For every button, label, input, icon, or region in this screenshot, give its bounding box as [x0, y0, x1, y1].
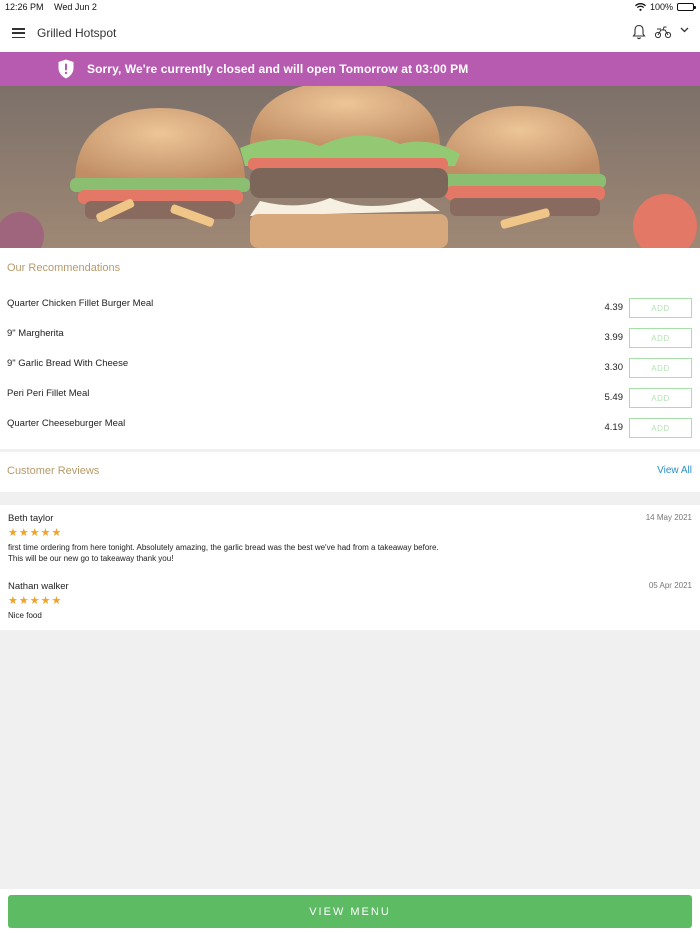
item-price: 5.49: [604, 392, 624, 403]
bell-icon[interactable]: [632, 24, 646, 40]
recommendations-section: Our Recommendations Quarter Chicken Fill…: [0, 248, 700, 449]
wifi-icon: [635, 3, 646, 11]
item-name: 9" Margherita: [7, 328, 64, 339]
item-price: 3.30: [604, 362, 624, 373]
status-date: Wed Jun 2: [54, 2, 97, 12]
app-header: Grilled Hotspot: [0, 14, 700, 52]
recommendation-item: 9" Garlic Bread With Cheese 3.30 ADD: [0, 356, 700, 386]
recommendation-item: 9" Margherita 3.99 ADD: [0, 326, 700, 356]
review-date: 14 May 2021: [645, 513, 692, 522]
closed-message: Sorry, We're currently closed and will o…: [87, 62, 469, 76]
recommendation-item: Quarter Cheeseburger Meal 4.19 ADD: [0, 416, 700, 446]
reviews-list: Beth taylor 14 May 2021 ★★★★★ first time…: [0, 505, 700, 630]
battery-icon: [677, 3, 696, 11]
star-rating: ★★★★★: [8, 527, 63, 539]
add-button[interactable]: ADD: [629, 298, 692, 318]
add-button[interactable]: ADD: [629, 388, 692, 408]
review-text-line: Nice food: [8, 611, 42, 620]
recommendation-item: Peri Peri Fillet Meal 5.49 ADD: [0, 386, 700, 416]
view-all-reviews-link[interactable]: View All: [657, 465, 692, 476]
closed-banner: Sorry, We're currently closed and will o…: [0, 52, 700, 86]
add-button[interactable]: ADD: [629, 418, 692, 438]
review-text-line: This will be our new go to takeaway than…: [8, 554, 174, 563]
menu-icon[interactable]: [12, 28, 25, 39]
item-price: 4.39: [604, 302, 624, 313]
status-time: 12:26 PM: [5, 2, 44, 12]
item-price: 3.99: [604, 332, 624, 343]
battery-percent: 100%: [649, 2, 673, 12]
reviews-title: Customer Reviews: [7, 465, 100, 477]
review-date: 05 Apr 2021: [648, 581, 692, 590]
status-bar: 12:26 PM Wed Jun 2 100%: [0, 0, 700, 14]
shield-alert-icon: [58, 59, 74, 79]
item-price: 4.19: [604, 422, 624, 433]
recommendation-item: Quarter Chicken Fillet Burger Meal 4.39 …: [0, 296, 700, 326]
scooter-icon[interactable]: [654, 25, 672, 39]
restaurant-name: Grilled Hotspot: [37, 26, 117, 40]
item-name: 9" Garlic Bread With Cheese: [7, 358, 129, 369]
add-button[interactable]: ADD: [629, 328, 692, 348]
item-name: Quarter Chicken Fillet Burger Meal: [7, 298, 154, 309]
view-menu-button[interactable]: VIEW MENU: [8, 895, 692, 928]
review-text-line: first time ordering from here tonight. A…: [8, 543, 439, 552]
chevron-down-icon[interactable]: [680, 27, 689, 33]
item-name: Peri Peri Fillet Meal: [7, 388, 90, 399]
add-button[interactable]: ADD: [629, 358, 692, 378]
hero-burger-image: [0, 86, 700, 248]
footer-bar: VIEW MENU: [0, 889, 700, 934]
review-author: Nathan walker: [8, 581, 69, 592]
reviews-header: Customer Reviews View All: [0, 452, 700, 492]
review-author: Beth taylor: [8, 513, 54, 524]
star-rating: ★★★★★: [8, 595, 63, 607]
review-text: Nice food: [8, 610, 688, 621]
item-name: Quarter Cheeseburger Meal: [7, 418, 126, 429]
recommendations-title: Our Recommendations: [7, 262, 121, 274]
review-text: first time ordering from here tonight. A…: [8, 542, 688, 564]
